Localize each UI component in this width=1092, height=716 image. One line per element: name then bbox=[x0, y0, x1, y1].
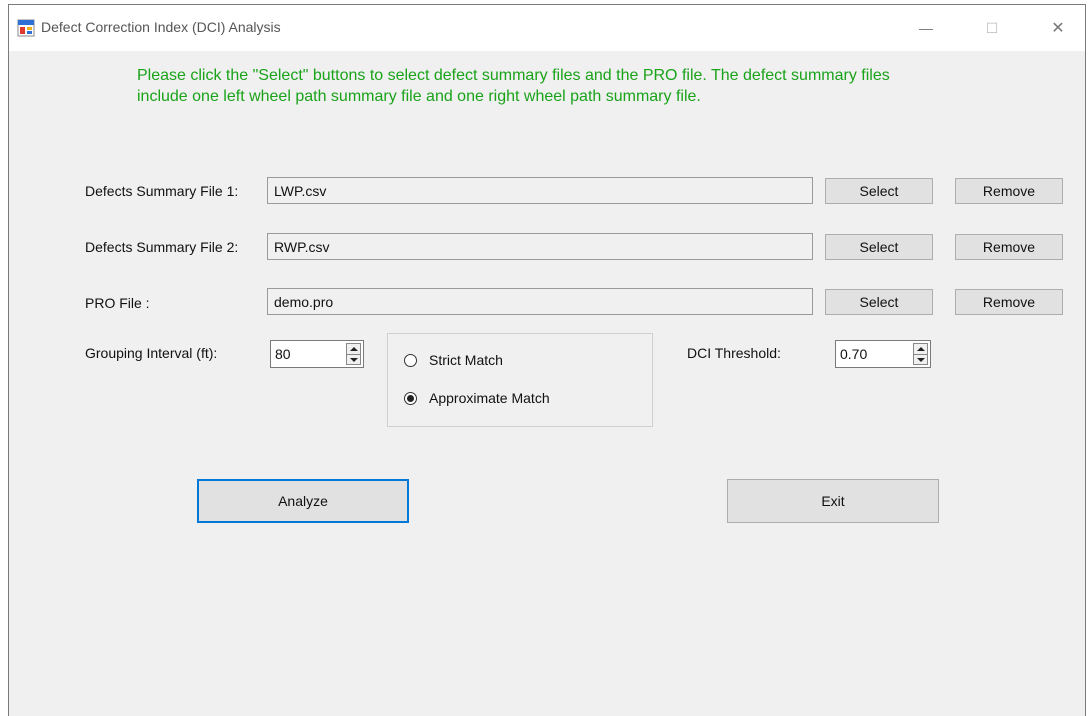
file1-field[interactable]: LWP.csv bbox=[267, 177, 813, 204]
close-button[interactable]: ✕ bbox=[1035, 13, 1081, 43]
file2-select-button[interactable]: Select bbox=[825, 234, 933, 260]
match-type-group: Strict Match Approximate Match bbox=[387, 333, 653, 427]
maximize-icon: ☐ bbox=[985, 19, 999, 36]
dci-threshold-stepper[interactable]: 0.70 bbox=[835, 340, 931, 368]
approximate-match-label: Approximate Match bbox=[429, 390, 550, 406]
dci-analysis-window: Defect Correction Index (DCI) Analysis —… bbox=[8, 4, 1086, 716]
pro-file-field[interactable]: demo.pro bbox=[267, 288, 813, 315]
grouping-interval-value: 80 bbox=[275, 346, 291, 362]
file2-field[interactable]: RWP.csv bbox=[267, 233, 813, 260]
file2-remove-button[interactable]: Remove bbox=[955, 234, 1063, 260]
dci-threshold-value: 0.70 bbox=[840, 346, 868, 362]
minimize-button[interactable]: — bbox=[903, 13, 949, 43]
strict-match-option[interactable]: Strict Match bbox=[404, 352, 503, 368]
pro-file-label: PRO File : bbox=[85, 295, 150, 311]
file1-select-button[interactable]: Select bbox=[825, 178, 933, 204]
app-window-icon bbox=[17, 19, 35, 37]
pro-remove-button[interactable]: Remove bbox=[955, 289, 1063, 315]
close-icon: ✕ bbox=[1051, 20, 1065, 37]
strict-match-radio[interactable] bbox=[404, 353, 417, 367]
form-body: Please click the "Select" buttons to sel… bbox=[9, 51, 1085, 716]
threshold-spin-buttons bbox=[913, 343, 928, 365]
window-title: Defect Correction Index (DCI) Analysis bbox=[41, 19, 281, 35]
strict-match-label: Strict Match bbox=[429, 352, 503, 368]
analyze-button[interactable]: Analyze bbox=[197, 479, 409, 523]
grouping-interval-label: Grouping Interval (ft): bbox=[85, 345, 218, 361]
dci-threshold-label: DCI Threshold: bbox=[687, 345, 781, 361]
approximate-match-radio[interactable] bbox=[404, 391, 417, 405]
minimize-icon: — bbox=[919, 20, 933, 36]
pro-select-button[interactable]: Select bbox=[825, 289, 933, 315]
grouping-spin-buttons bbox=[346, 343, 361, 365]
instructions-text: Please click the "Select" buttons to sel… bbox=[137, 67, 890, 105]
grouping-decrement-icon[interactable] bbox=[346, 353, 361, 365]
maximize-button[interactable]: ☐ bbox=[969, 13, 1015, 43]
exit-button[interactable]: Exit bbox=[727, 479, 939, 523]
file2-label: Defects Summary File 2: bbox=[85, 239, 239, 255]
threshold-decrement-icon[interactable] bbox=[913, 353, 928, 365]
grouping-interval-stepper[interactable]: 80 bbox=[270, 340, 364, 368]
title-bar[interactable]: Defect Correction Index (DCI) Analysis —… bbox=[9, 5, 1085, 51]
threshold-increment-icon[interactable] bbox=[913, 343, 928, 354]
grouping-increment-icon[interactable] bbox=[346, 343, 361, 354]
approximate-match-option[interactable]: Approximate Match bbox=[404, 390, 550, 406]
file1-label: Defects Summary File 1: bbox=[85, 183, 239, 199]
file1-remove-button[interactable]: Remove bbox=[955, 178, 1063, 204]
